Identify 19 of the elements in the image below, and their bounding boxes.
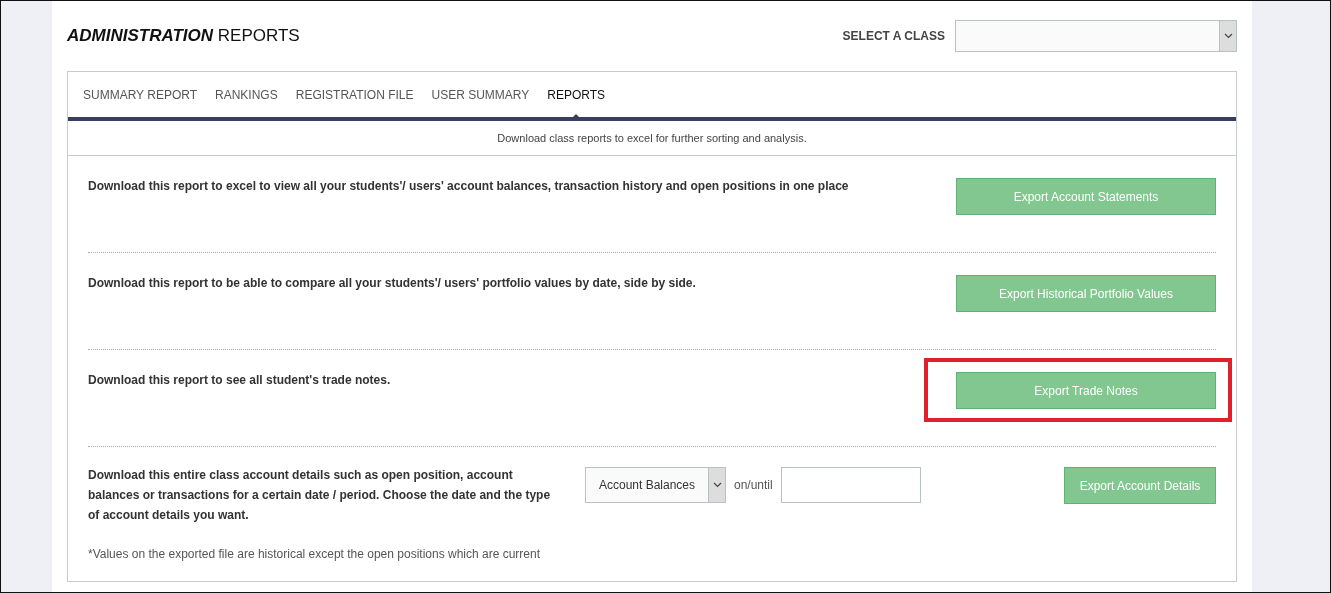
report-description: Download this entire class account details such as open position, account balances or transactions for a certain date / period. Choose the date and the type of account details you want.	[88, 467, 552, 524]
chevron-down-icon	[712, 482, 722, 488]
tab[interactable]: SUMMARY REPORT	[74, 72, 207, 117]
tab[interactable]: USER SUMMARY	[422, 72, 539, 117]
tab[interactable]: REGISTRATION FILE	[286, 72, 423, 117]
page-title: ADMINISTRATION REPORTS	[67, 26, 300, 46]
select-label: SELECT A CLASS	[842, 29, 945, 43]
intro-text: Download class reports to excel for further sorting and analysis.	[68, 121, 1236, 156]
report-description: Download this report to excel to view all your students'/ users' account balances, transaction history and open positions in one place	[88, 178, 850, 195]
footnote: *Values on the exported file are historical except the open positions which are current	[88, 546, 542, 563]
date-field[interactable]	[780, 467, 921, 503]
tab[interactable]: REPORTS	[538, 72, 615, 117]
report-description: Download this report to see all student's trade notes.	[88, 372, 392, 389]
report-type-select[interactable]: Account Balances	[585, 467, 726, 503]
tab[interactable]: RANKINGS	[206, 72, 287, 117]
report-description: Download this report to be able to compare all your students'/ users' portfolio values by date, side by side.	[88, 275, 697, 292]
class-select[interactable]	[955, 20, 1237, 52]
date-label: on/until	[734, 478, 773, 492]
chevron-down-icon	[1223, 33, 1233, 39]
